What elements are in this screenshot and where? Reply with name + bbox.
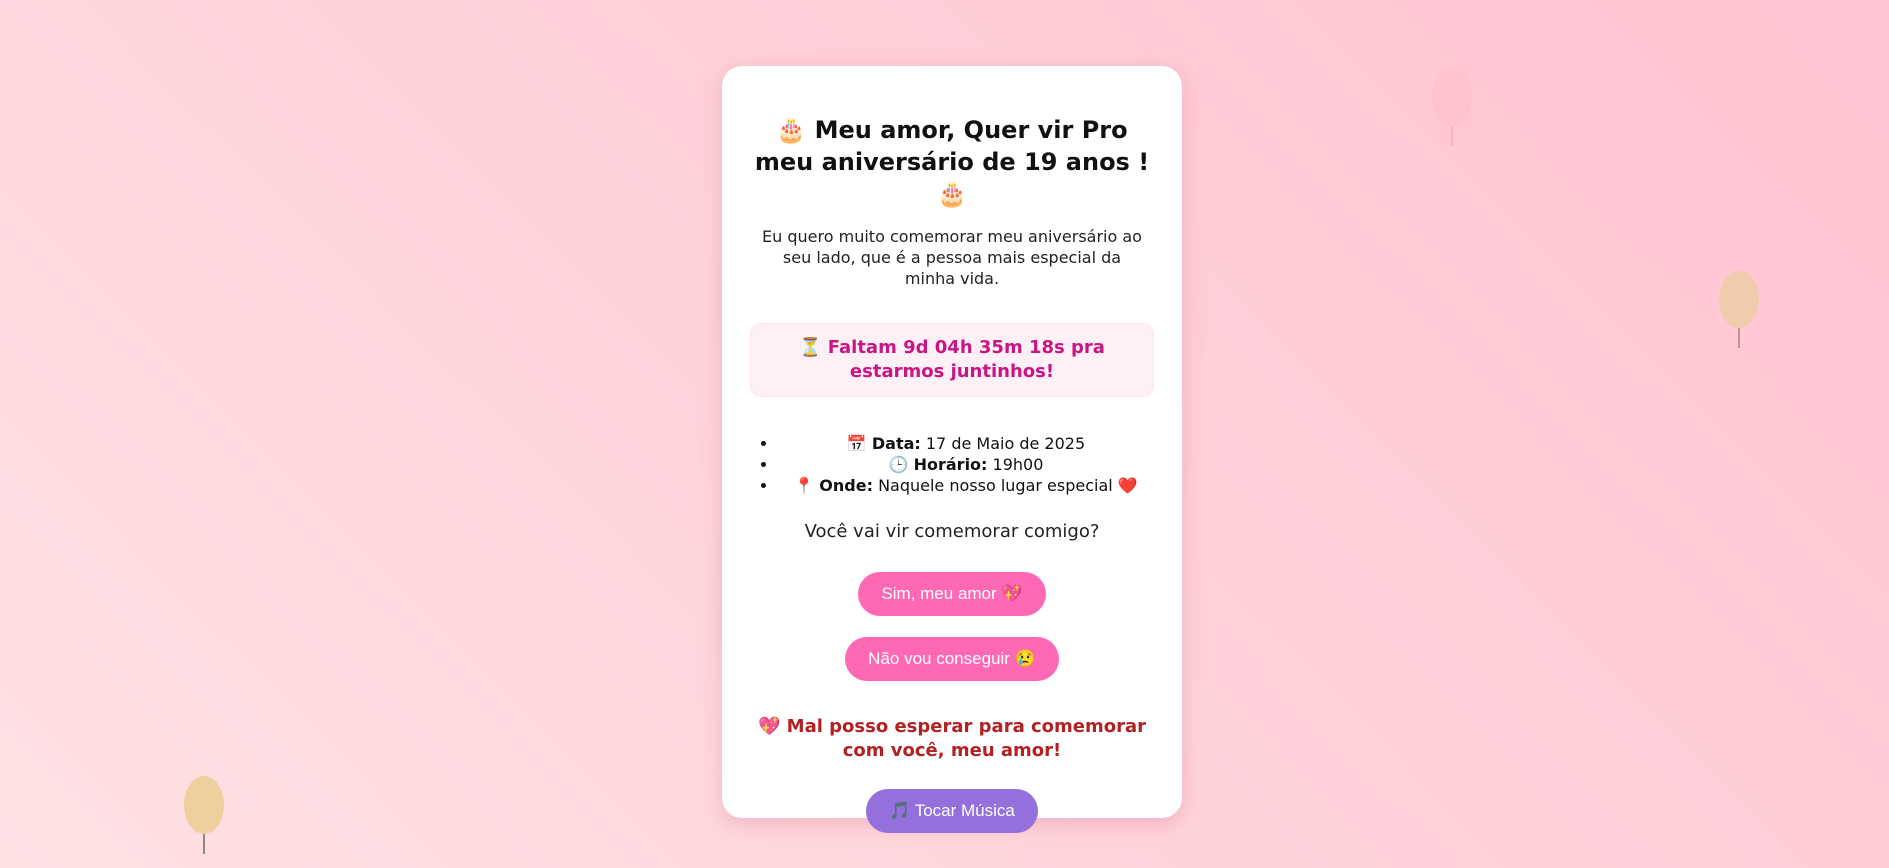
invitation-title-text: Meu amor, Quer vir Pro meu aniversário d… xyxy=(754,116,1150,176)
detail-time-label: Horário: xyxy=(913,455,988,474)
detail-location-label: Onde: xyxy=(819,476,873,495)
detail-location-value: Naquele nosso lugar especial xyxy=(878,476,1113,495)
love-message-text: Mal posso esperar para comemorar com voc… xyxy=(786,716,1147,761)
balloon-string xyxy=(1738,328,1740,348)
invitation-subtitle: Eu quero muito comemorar meu aniversário… xyxy=(762,227,1142,288)
detail-date-value: 17 de Maio de 2025 xyxy=(925,434,1086,453)
clock-icon: 🕒 xyxy=(888,455,909,474)
cake-icon: 🎂 xyxy=(776,116,807,144)
event-details-list: 📅 Data: 17 de Maio de 2025 🕒 Horário: 19… xyxy=(750,433,1154,496)
cake-icon: 🎂 xyxy=(937,180,967,208)
heart-icon: ❤️ xyxy=(1117,476,1138,495)
invitation-title: 🎂 Meu amor, Quer vir Pro meu aniversário… xyxy=(750,114,1154,210)
balloon-string xyxy=(1451,126,1453,146)
love-message: 💖 Mal posso esperar para comemorar com v… xyxy=(750,715,1154,763)
rsvp-question: Você vai vir comemorar comigo? xyxy=(804,521,1100,542)
detail-location: 📍 Onde: Naquele nosso lugar especial ❤️ xyxy=(778,475,1154,496)
detail-date-label: Data: xyxy=(871,434,921,453)
detail-time-value: 19h00 xyxy=(992,455,1044,474)
sparkling-heart-icon: 💖 xyxy=(757,716,781,737)
hourglass-icon: ⏳ xyxy=(799,337,822,358)
decorative-balloon xyxy=(184,776,224,854)
decorative-balloon xyxy=(1719,271,1759,348)
countdown-box: ⏳ Faltam 9d 04h 35m 18s pra estarmos jun… xyxy=(750,323,1154,397)
detail-date: 📅 Data: 17 de Maio de 2025 xyxy=(778,433,1154,454)
calendar-icon: 📅 xyxy=(846,434,867,453)
play-music-button[interactable]: 🎵 Tocar Música xyxy=(866,789,1038,833)
decorative-balloon xyxy=(1432,69,1472,146)
invitation-card: 🎂 Meu amor, Quer vir Pro meu aniversário… xyxy=(722,66,1182,833)
yes-button[interactable]: Sim, meu amor 💖 xyxy=(858,572,1046,616)
countdown-text: Faltam 9d 04h 35m 18s pra estarmos junti… xyxy=(827,337,1105,382)
pin-icon: 📍 xyxy=(794,476,815,495)
balloon-string xyxy=(203,834,205,854)
no-button[interactable]: Não vou conseguir 😢 xyxy=(845,637,1059,681)
detail-time: 🕒 Horário: 19h00 xyxy=(778,454,1154,475)
